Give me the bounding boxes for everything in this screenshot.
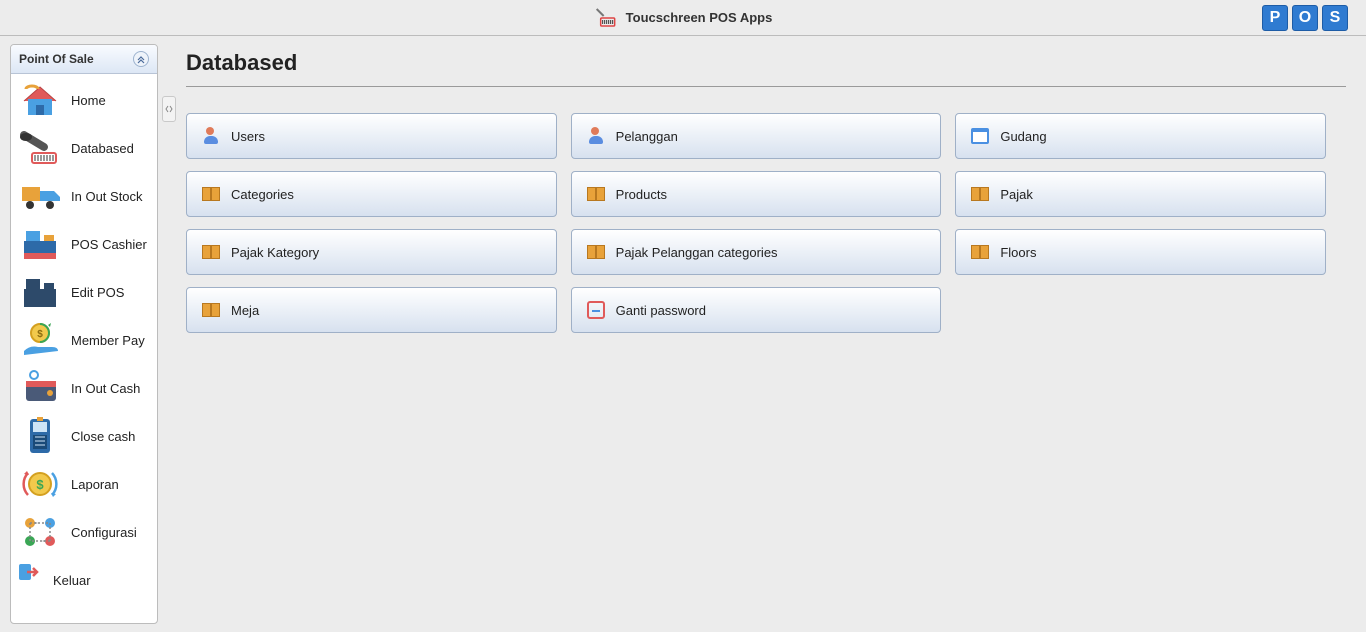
sidebar: Point Of Sale Home Databased In Out Stock P… [10, 44, 158, 624]
tile-label: Pelanggan [616, 129, 678, 144]
sidebar-item-close-cash[interactable]: Close cash [11, 412, 157, 460]
tile-pajak-pelanggan-categories[interactable]: Pajak Pelanggan categories [571, 229, 942, 275]
sidebar-item-label: Configurasi [71, 525, 137, 540]
page-title: Databased [186, 50, 1346, 87]
sidebar-item-label: Databased [71, 141, 134, 156]
sidebar-item-label: In Out Cash [71, 381, 140, 396]
topbar-center: Toucschreen POS Apps [594, 6, 773, 30]
package-icon [201, 300, 221, 320]
tile-label: Ganti password [616, 303, 706, 318]
tile-pelanggan[interactable]: Pelanggan [571, 113, 942, 159]
svg-text:$: $ [37, 329, 43, 340]
user-icon [586, 126, 606, 146]
tile-gudang[interactable]: Gudang [955, 113, 1326, 159]
sidebar-item-label: Member Pay [71, 333, 145, 348]
tile-label: Categories [231, 187, 294, 202]
tile-floors[interactable]: Floors [955, 229, 1326, 275]
sidebar-item-in-out-cash[interactable]: In Out Cash [11, 364, 157, 412]
coin-hand-icon: $ [17, 320, 63, 360]
tile-label: Floors [1000, 245, 1036, 260]
tile-label: Products [616, 187, 667, 202]
logo-letter-p: P [1262, 5, 1288, 31]
splitter-handle[interactable] [162, 96, 176, 122]
tile-ganti-password[interactable]: Ganti password [571, 287, 942, 333]
topbar: Toucschreen POS Apps P O S [0, 0, 1366, 36]
splitter [162, 36, 176, 632]
calendar-icon [970, 126, 990, 146]
package-icon [201, 242, 221, 262]
sidebar-item-label: Home [71, 93, 106, 108]
tile-pajak[interactable]: Pajak [955, 171, 1326, 217]
sidebar-item-label: Close cash [71, 429, 135, 444]
tile-meja[interactable]: Meja [186, 287, 557, 333]
sidebar-header[interactable]: Point Of Sale [11, 45, 157, 74]
package-icon [586, 242, 606, 262]
sidebar-item-label: Edit POS [71, 285, 124, 300]
package-icon [970, 242, 990, 262]
sidebar-item-home[interactable]: Home [11, 76, 157, 124]
tile-users[interactable]: Users [186, 113, 557, 159]
sidebar-item-in-out-stock[interactable]: In Out Stock [11, 172, 157, 220]
sidebar-item-label: POS Cashier [71, 237, 147, 252]
tile-pajak-kategory[interactable]: Pajak Kategory [186, 229, 557, 275]
tile-label: Users [231, 129, 265, 144]
tile-label: Pajak Kategory [231, 245, 319, 260]
register-icon [17, 224, 63, 264]
scan-icon [586, 300, 606, 320]
home-icon [17, 80, 63, 120]
package-icon [201, 184, 221, 204]
sidebar-title: Point Of Sale [19, 52, 94, 66]
user-icon [201, 126, 221, 146]
tile-label: Meja [231, 303, 259, 318]
logo-letter-s: S [1322, 5, 1348, 31]
sidebar-item-configurasi[interactable]: Configurasi [11, 508, 157, 556]
sidebar-item-label: Laporan [71, 477, 119, 492]
app-title: Toucschreen POS Apps [626, 10, 773, 25]
exit-icon [17, 569, 45, 591]
tile-products[interactable]: Products [571, 171, 942, 217]
svg-text:$: $ [36, 477, 44, 492]
truck-icon [17, 176, 63, 216]
package-icon [970, 184, 990, 204]
tile-label: Pajak [1000, 187, 1033, 202]
tile-label: Pajak Pelanggan categories [616, 245, 778, 260]
sidebar-item-keluar[interactable]: Keluar [11, 556, 157, 604]
gear-icon [17, 512, 63, 552]
sidebar-item-member-pay[interactable]: $ Member Pay [11, 316, 157, 364]
sidebar-item-label: In Out Stock [71, 189, 143, 204]
sidebar-item-pos-cashier[interactable]: POS Cashier [11, 220, 157, 268]
package-icon [586, 184, 606, 204]
logo: P O S [1262, 5, 1348, 31]
wallet-icon [17, 368, 63, 408]
tile-grid: Users Pelanggan Gudang Categories Products Pa… [186, 113, 1326, 333]
tile-label: Gudang [1000, 129, 1046, 144]
report-icon: $ [17, 464, 63, 504]
terminal-icon [17, 416, 63, 456]
sidebar-item-databased[interactable]: Databased [11, 124, 157, 172]
scanner-icon [594, 6, 618, 30]
sidebar-item-laporan[interactable]: $ Laporan [11, 460, 157, 508]
sidebar-item-edit-pos[interactable]: Edit POS [11, 268, 157, 316]
logo-letter-o: O [1292, 5, 1318, 31]
collapse-icon[interactable] [133, 51, 149, 67]
sidebar-item-label: Keluar [53, 573, 91, 588]
main-content: Databased Users Pelanggan Gudang Categories… [176, 36, 1366, 632]
edit-register-icon [17, 272, 63, 312]
barcode-icon [17, 128, 63, 168]
tile-categories[interactable]: Categories [186, 171, 557, 217]
